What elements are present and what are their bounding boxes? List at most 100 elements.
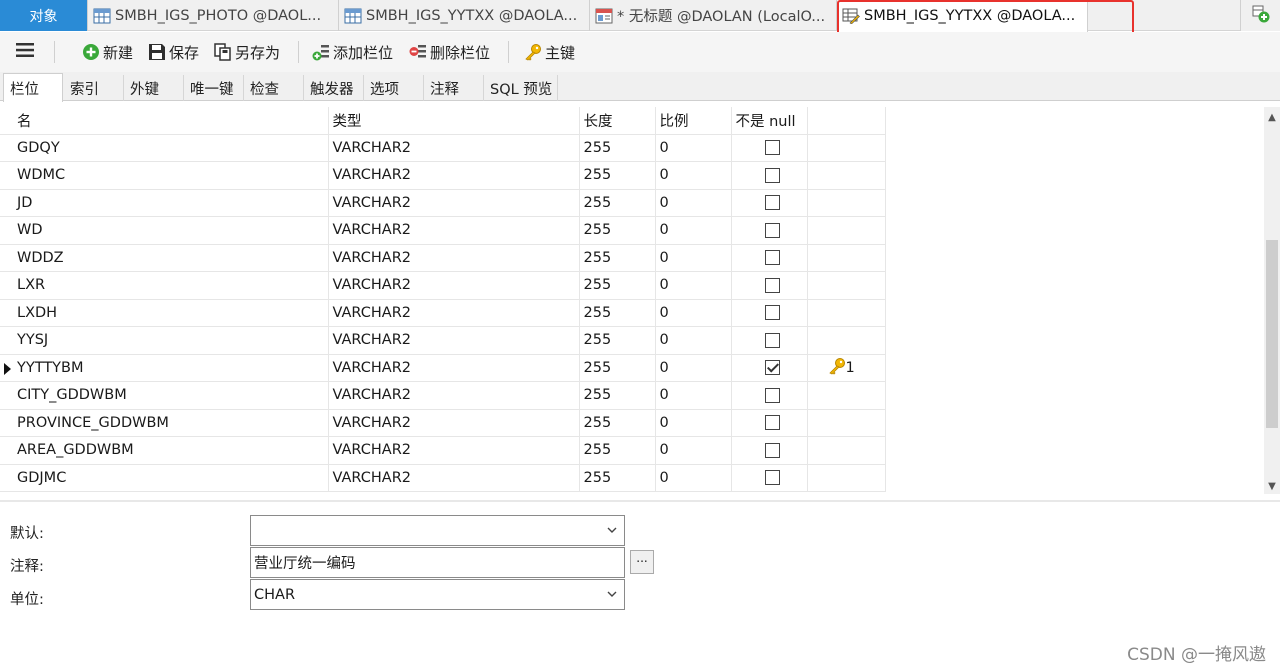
- table-row[interactable]: GDQY VARCHAR2 255 0: [0, 134, 886, 162]
- row-selector[interactable]: [0, 134, 13, 162]
- row-selector[interactable]: [0, 326, 13, 355]
- column-header-scale[interactable]: 比例: [655, 107, 732, 135]
- tab-checks[interactable]: 检查: [244, 75, 304, 101]
- field-length-cell[interactable]: 255: [579, 161, 656, 190]
- field-type-cell[interactable]: VARCHAR2: [328, 354, 580, 382]
- field-length-cell[interactable]: 255: [579, 271, 656, 300]
- field-scale-cell[interactable]: 0: [655, 299, 732, 327]
- field-type-cell[interactable]: VARCHAR2: [328, 244, 580, 272]
- tab-untitled-query[interactable]: * 无标题 @DAOLAN (LocalO...: [591, 0, 837, 31]
- new-button[interactable]: 新建: [82, 32, 133, 72]
- field-type-cell[interactable]: VARCHAR2: [328, 134, 580, 162]
- column-header-type[interactable]: 类型: [328, 107, 580, 135]
- field-scale-cell[interactable]: 0: [655, 436, 732, 465]
- field-length-cell[interactable]: 255: [579, 189, 656, 217]
- field-length-cell[interactable]: 255: [579, 354, 656, 382]
- field-scale-cell[interactable]: 0: [655, 189, 732, 217]
- tab-smbh-igs-yytxx-design[interactable]: SMBH_IGS_YYTXX @DAOLA...: [838, 0, 1088, 32]
- not-null-checkbox[interactable]: [764, 387, 780, 403]
- field-scale-cell[interactable]: 0: [655, 409, 732, 437]
- comment-more-button[interactable]: ...: [630, 550, 654, 574]
- unit-select[interactable]: CHAR: [250, 579, 625, 610]
- field-length-cell[interactable]: 255: [579, 216, 656, 245]
- not-null-checkbox[interactable]: [764, 360, 780, 376]
- field-length-cell[interactable]: 255: [579, 436, 656, 465]
- not-null-checkbox[interactable]: [764, 167, 780, 183]
- field-type-cell[interactable]: VARCHAR2: [328, 161, 580, 190]
- not-null-checkbox[interactable]: [764, 415, 780, 431]
- field-type-cell[interactable]: VARCHAR2: [328, 326, 580, 355]
- field-length-cell[interactable]: 255: [579, 134, 656, 162]
- field-type-cell[interactable]: VARCHAR2: [328, 271, 580, 300]
- row-selector[interactable]: [0, 216, 13, 245]
- field-type-cell[interactable]: VARCHAR2: [328, 299, 580, 327]
- row-selector[interactable]: [0, 189, 13, 217]
- field-length-cell[interactable]: 255: [579, 381, 656, 410]
- field-length-cell[interactable]: 255: [579, 409, 656, 437]
- scroll-up-icon[interactable]: ▲: [1264, 109, 1280, 125]
- menu-button[interactable]: [16, 32, 34, 72]
- save-as-button[interactable]: 另存为: [214, 32, 280, 72]
- not-null-checkbox[interactable]: [764, 277, 780, 293]
- row-selector[interactable]: [0, 436, 13, 465]
- table-row[interactable]: YYSJ VARCHAR2 255 0: [0, 326, 886, 355]
- field-length-cell[interactable]: 255: [579, 326, 656, 355]
- key-cell[interactable]: 1: [807, 354, 886, 382]
- field-name-cell[interactable]: YYSJ: [13, 326, 329, 355]
- field-name-cell[interactable]: AREA_GDDWBM: [13, 436, 329, 465]
- not-null-checkbox[interactable]: [764, 195, 780, 211]
- key-cell[interactable]: [807, 409, 886, 437]
- delete-field-button[interactable]: 删除栏位: [409, 32, 490, 72]
- row-selector[interactable]: [0, 299, 13, 327]
- scrollbar-thumb[interactable]: [1266, 240, 1278, 428]
- row-selector[interactable]: [0, 244, 13, 272]
- table-row[interactable]: CITY_GDDWBM VARCHAR2 255 0: [0, 381, 886, 410]
- table-row[interactable]: AREA_GDDWBM VARCHAR2 255 0: [0, 436, 886, 465]
- tab-smbh-igs-photo[interactable]: SMBH_IGS_PHOTO @DAOL...: [89, 0, 339, 31]
- table-row[interactable]: JD VARCHAR2 255 0: [0, 189, 886, 217]
- key-cell[interactable]: [807, 161, 886, 190]
- field-name-cell[interactable]: PROVINCE_GDDWBM: [13, 409, 329, 437]
- column-header-key[interactable]: [807, 107, 886, 135]
- key-cell[interactable]: [807, 216, 886, 245]
- not-null-checkbox[interactable]: [764, 140, 780, 156]
- key-cell[interactable]: [807, 436, 886, 465]
- field-scale-cell[interactable]: 0: [655, 326, 732, 355]
- comment-field[interactable]: 营业厅统一编码: [250, 547, 625, 578]
- not-null-checkbox[interactable]: [764, 305, 780, 321]
- row-selector[interactable]: [0, 464, 13, 492]
- tab-unique-keys[interactable]: 唯一键: [184, 75, 244, 101]
- key-cell[interactable]: [807, 271, 886, 300]
- field-length-cell[interactable]: 255: [579, 464, 656, 492]
- field-name-cell[interactable]: GDJMC: [13, 464, 329, 492]
- save-button[interactable]: 保存: [148, 32, 199, 72]
- field-name-cell[interactable]: LXDH: [13, 299, 329, 327]
- new-tab-button[interactable]: [1240, 0, 1280, 31]
- field-type-cell[interactable]: VARCHAR2: [328, 464, 580, 492]
- key-cell[interactable]: [807, 381, 886, 410]
- not-null-checkbox[interactable]: [764, 250, 780, 266]
- table-row[interactable]: PROVINCE_GDDWBM VARCHAR2 255 0: [0, 409, 886, 437]
- field-name-cell[interactable]: WD: [13, 216, 329, 245]
- field-scale-cell[interactable]: 0: [655, 244, 732, 272]
- field-type-cell[interactable]: VARCHAR2: [328, 189, 580, 217]
- field-name-cell[interactable]: GDQY: [13, 134, 329, 162]
- tab-indexes[interactable]: 索引: [64, 75, 124, 101]
- field-scale-cell[interactable]: 0: [655, 381, 732, 410]
- not-null-checkbox[interactable]: [764, 442, 780, 458]
- field-name-cell[interactable]: YYTTYBM: [13, 354, 329, 382]
- table-row[interactable]: WDMC VARCHAR2 255 0: [0, 161, 886, 190]
- field-length-cell[interactable]: 255: [579, 244, 656, 272]
- tab-comments[interactable]: 注释: [424, 75, 484, 101]
- table-row[interactable]: WDDZ VARCHAR2 255 0: [0, 244, 886, 272]
- row-selector[interactable]: [0, 161, 13, 190]
- field-scale-cell[interactable]: 0: [655, 161, 732, 190]
- tab-smbh-igs-yytxx-data[interactable]: SMBH_IGS_YYTXX @DAOLA...: [340, 0, 590, 31]
- row-selector[interactable]: [0, 409, 13, 437]
- field-name-cell[interactable]: CITY_GDDWBM: [13, 381, 329, 410]
- field-scale-cell[interactable]: 0: [655, 271, 732, 300]
- field-name-cell[interactable]: WDMC: [13, 161, 329, 190]
- tab-sql-preview[interactable]: SQL 预览: [484, 75, 558, 101]
- column-header-name[interactable]: 名: [13, 107, 329, 135]
- tab-triggers[interactable]: 触发器: [304, 75, 364, 101]
